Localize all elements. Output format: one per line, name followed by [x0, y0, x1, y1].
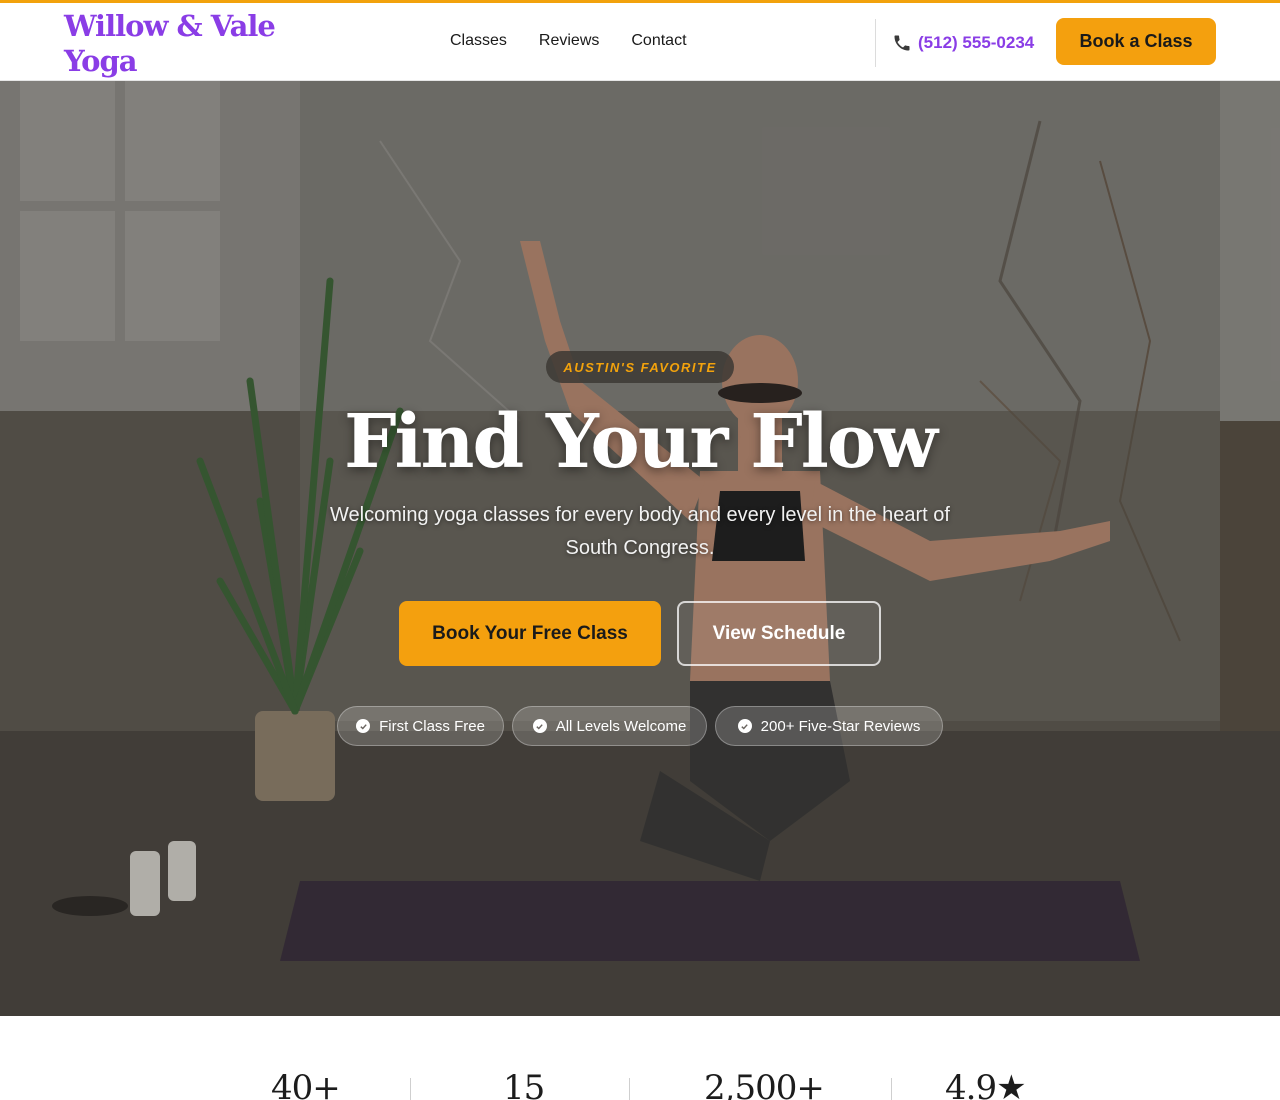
- feature-chip-reviews: 200+ Five-Star Reviews: [715, 706, 943, 746]
- site-header: Willow & Vale Yoga Classes Reviews Conta…: [0, 0, 1280, 81]
- feature-chip-all-levels: All Levels Welcome: [512, 706, 707, 746]
- phone-number: (512) 555-0234: [918, 33, 1035, 52]
- hero-section: AUSTIN'S FAVORITE Find Your Flow Welcomi…: [0, 81, 1280, 1016]
- book-free-class-button[interactable]: Book Your Free Class: [399, 601, 661, 666]
- nav-link-contact[interactable]: Contact: [631, 32, 686, 50]
- stat-divider: [410, 1078, 411, 1100]
- stat-value: 2,500+: [704, 1068, 825, 1100]
- hero-subtitle: Welcoming yoga classes for every body an…: [330, 504, 950, 559]
- stat-value: 15: [503, 1068, 545, 1100]
- check-circle-icon: [356, 719, 371, 733]
- nav-link-reviews[interactable]: Reviews: [539, 32, 599, 50]
- hero-badge: AUSTIN'S FAVORITE: [546, 351, 734, 383]
- phone-link[interactable]: (512) 555-0234: [892, 33, 1034, 53]
- stat-value: 40+: [271, 1068, 341, 1100]
- stat-divider: [629, 1078, 630, 1100]
- chip-label: 200+ Five-Star Reviews: [760, 717, 921, 735]
- stat-divider: [891, 1078, 892, 1100]
- chip-label: First Class Free: [379, 717, 485, 735]
- book-class-button[interactable]: Book a Class: [1056, 18, 1216, 65]
- stat-value: 4.9★: [945, 1068, 1027, 1100]
- feature-chip-first-class-free: First Class Free: [337, 706, 504, 746]
- view-schedule-button[interactable]: View Schedule: [677, 601, 881, 666]
- stats-section: 40+ 15 2,500+ 4.9★: [0, 1016, 1280, 1100]
- chip-label: All Levels Welcome: [555, 717, 687, 735]
- phone-icon: [894, 35, 910, 51]
- hero-title: Find Your Flow: [344, 399, 938, 485]
- brand-logo[interactable]: Willow & Vale Yoga: [64, 9, 294, 79]
- header-divider: [875, 19, 876, 67]
- main-nav: Classes Reviews Contact: [450, 32, 687, 50]
- check-circle-icon: [532, 719, 547, 733]
- check-circle-icon: [737, 719, 752, 733]
- nav-link-classes[interactable]: Classes: [450, 32, 507, 50]
